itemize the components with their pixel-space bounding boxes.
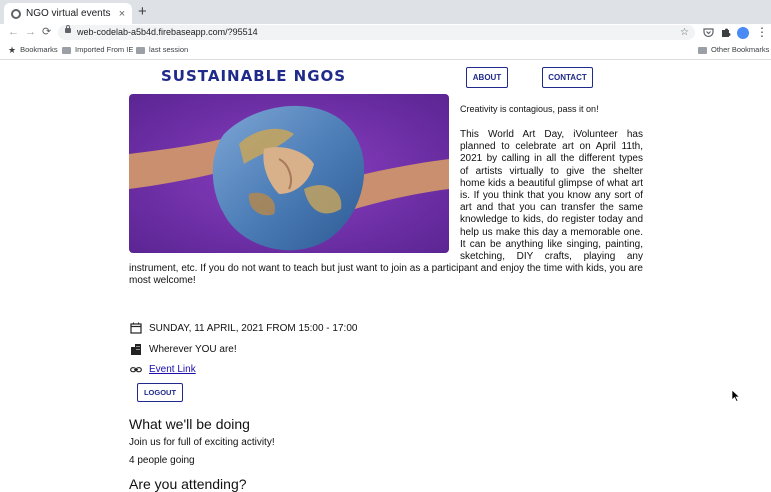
bookmarks-item[interactable]: ★ Bookmarks (8, 41, 58, 59)
last-session-label: last session (149, 45, 189, 54)
going-count: 4 people going (129, 455, 195, 466)
tab-close-button[interactable]: × (116, 8, 128, 20)
browser-toolbar: ← → ⟳ web-codelab-a5b4d.firebaseapp.com/… (0, 24, 771, 41)
activity-text: Join us for full of exciting activity! (129, 437, 275, 448)
mouse-cursor-icon (732, 390, 740, 402)
site-title[interactable]: SUSTAINABLE NGOS (161, 67, 346, 85)
event-date-time: SUNDAY, 11 APRIL, 2021 FROM 15:00 - 17:0… (149, 322, 358, 334)
link-icon (130, 366, 142, 372)
activity-heading: What we'll be doing (129, 416, 250, 432)
building-icon (131, 344, 141, 355)
last-session-folder[interactable]: last session (136, 41, 188, 59)
folder-icon (62, 46, 71, 54)
profile-avatar[interactable] (737, 27, 749, 39)
folder-icon (136, 46, 145, 54)
about-button[interactable]: ABOUT (466, 67, 508, 88)
bookmarks-label: Bookmarks (20, 45, 58, 54)
reload-button[interactable]: ⟳ (42, 24, 51, 41)
forward-button[interactable]: → (25, 24, 36, 41)
globe-icon (11, 8, 21, 19)
event-description-block: This World Art Day, iVolunteer has plann… (129, 129, 643, 288)
location-row: Wherever YOU are! (129, 343, 237, 355)
new-tab-button[interactable]: + (138, 4, 147, 20)
browser-tab[interactable]: NGO virtual events × (4, 3, 132, 24)
imported-folder-label: Imported From IE (75, 45, 134, 54)
attending-heading: Are you attending? (129, 476, 247, 492)
image-float-spacer (129, 129, 460, 257)
event-link[interactable]: Event Link (149, 364, 196, 375)
tab-title: NGO virtual events (26, 8, 111, 19)
browser-menu-button[interactable]: ⋮ (756, 25, 768, 39)
url-text[interactable]: web-codelab-a5b4d.firebaseapp.com/?95514 (77, 25, 258, 40)
bookmarks-bar: ★ Bookmarks Imported From IE last session… (0, 41, 771, 60)
star-icon: ★ (8, 45, 17, 55)
event-tagline: Creativity is contagious, pass it on! (460, 104, 599, 114)
address-bar[interactable]: web-codelab-a5b4d.firebaseapp.com/?95514… (58, 25, 695, 40)
contact-button[interactable]: CONTACT (542, 67, 593, 88)
other-bookmarks-folder[interactable]: Other Bookmarks (698, 41, 769, 59)
event-location: Wherever YOU are! (149, 343, 237, 355)
back-button[interactable]: ← (8, 24, 19, 41)
logout-button[interactable]: LOGOUT (137, 383, 183, 402)
date-time-row: SUNDAY, 11 APRIL, 2021 FROM 15:00 - 17:0… (129, 322, 357, 334)
other-bookmarks-label: Other Bookmarks (711, 45, 770, 54)
extensions-puzzle-icon[interactable] (720, 27, 731, 38)
event-link-row: Event Link (129, 364, 196, 375)
browser-tab-strip: NGO virtual events × + (0, 0, 771, 24)
lock-icon (65, 25, 71, 33)
imported-folder[interactable]: Imported From IE (62, 41, 133, 59)
folder-icon (698, 46, 707, 54)
pocket-icon[interactable] (703, 27, 714, 38)
calendar-icon (130, 322, 142, 334)
bookmark-star-icon[interactable]: ☆ (680, 25, 689, 40)
